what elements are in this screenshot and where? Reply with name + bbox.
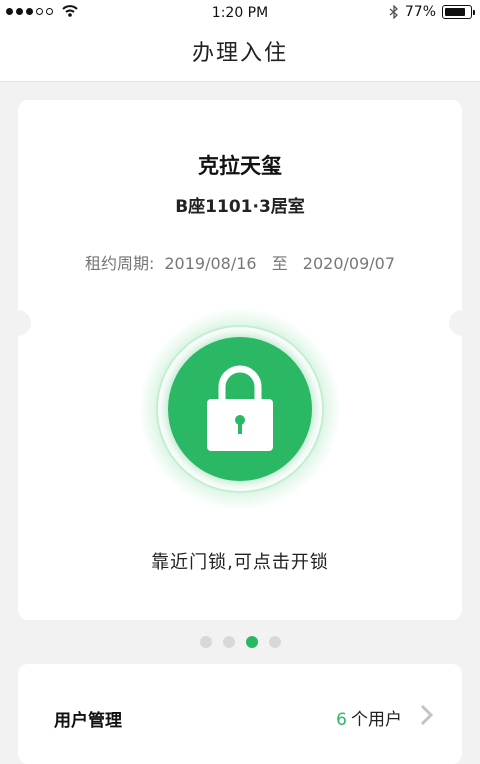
unlock-button[interactable]	[168, 337, 312, 481]
battery-icon	[442, 5, 475, 19]
lease-end-date: 2020/09/07	[302, 254, 396, 273]
user-count-unit: 个用户	[351, 710, 402, 730]
lock-icon	[207, 365, 273, 451]
card-notch-left	[5, 310, 31, 336]
page-dot[interactable]	[268, 636, 281, 648]
bluetooth-icon	[389, 5, 398, 19]
page-indicator	[0, 636, 480, 648]
user-count: 6 个用户	[336, 705, 402, 730]
unlock-control	[138, 307, 342, 511]
property-name: 克拉天玺	[198, 154, 282, 178]
lease-period: 租约周期: 2019/08/16 至 2020/09/07	[18, 250, 462, 274]
battery-percent: 77%	[404, 4, 436, 20]
user-management-label: 用户管理	[54, 711, 122, 731]
user-management-row[interactable]: 用户管理 6 个用户	[18, 664, 462, 764]
checkin-card: 克拉天玺 B座1101·3居室 租约周期: 2019/08/16 至 2020/0…	[5, 100, 475, 620]
card-notch-right	[449, 310, 475, 336]
lease-start-date: 2019/08/16	[164, 254, 257, 273]
user-count-number: 6	[336, 710, 347, 730]
page-title: 办理入住	[191, 41, 288, 66]
lease-separator: 至	[271, 254, 288, 273]
lease-period-label: 租约周期:	[84, 254, 155, 273]
room-info: B座1101·3居室	[175, 197, 305, 217]
page-dot[interactable]	[222, 636, 235, 648]
page-dot-active[interactable]	[245, 636, 258, 648]
nav-bar: 办理入住	[0, 26, 480, 82]
page-dot[interactable]	[199, 636, 212, 648]
chevron-right-icon	[420, 704, 434, 726]
status-bar: 1:20 PM 77%	[0, 0, 480, 26]
unlock-hint: 靠近门锁,可点击开锁	[151, 552, 329, 573]
